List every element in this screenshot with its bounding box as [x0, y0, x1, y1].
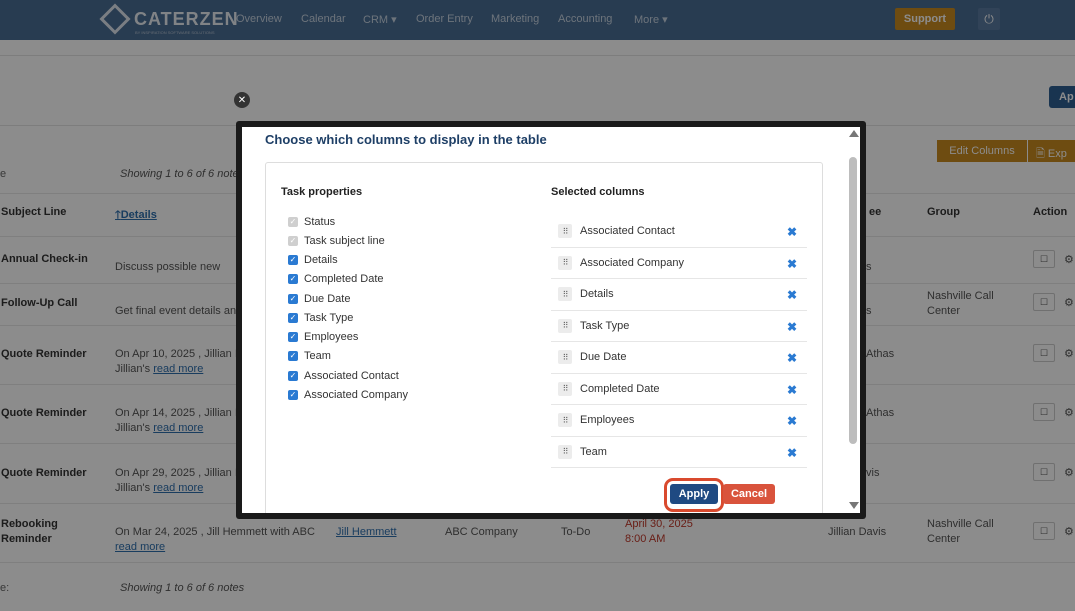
selected-column-item[interactable]: ⠿ Associated Contact ✖ [551, 216, 807, 248]
selected-column-item[interactable]: ⠿ Due Date ✖ [551, 342, 807, 374]
selected-column-item[interactable]: ⠿ Employees ✖ [551, 405, 807, 437]
property-checkbox[interactable]: ✓ Associated Contact [288, 370, 399, 382]
property-label: Team [304, 350, 331, 362]
close-icon[interactable]: ✕ [234, 92, 250, 108]
remove-icon[interactable]: ✖ [787, 225, 797, 239]
selected-column-item[interactable]: ⠿ Team ✖ [551, 436, 807, 468]
selected-column-item[interactable]: ⠿ Associated Company ✖ [551, 247, 807, 279]
property-label: Details [304, 254, 338, 266]
selected-column-label: Associated Company [580, 256, 684, 269]
selected-column-item[interactable]: ⠿ Task Type ✖ [551, 310, 807, 342]
property-checkbox[interactable]: ✓ Task Type [288, 312, 353, 324]
selected-column-label: Completed Date [580, 382, 660, 395]
property-checkbox[interactable]: ✓ Completed Date [288, 273, 384, 285]
remove-icon[interactable]: ✖ [787, 446, 797, 460]
cancel-button[interactable]: Cancel [723, 484, 775, 504]
property-checkbox[interactable]: ✓ Employees [288, 331, 358, 343]
property-label: Associated Company [304, 389, 408, 401]
drag-handle-icon[interactable]: ⠿ [558, 318, 572, 333]
remove-icon[interactable]: ✖ [787, 288, 797, 302]
remove-icon[interactable]: ✖ [787, 257, 797, 271]
column-chooser-modal: Choose which columns to display in the t… [236, 121, 866, 519]
drag-handle-icon[interactable]: ⠿ [558, 287, 572, 302]
modal-body: Choose which columns to display in the t… [242, 127, 860, 513]
property-label: Task Type [304, 312, 354, 324]
property-label: Task subject line [304, 235, 385, 247]
remove-icon[interactable]: ✖ [787, 383, 797, 397]
property-label: Associated Contact [304, 370, 399, 382]
modal-scrollbar[interactable] [846, 127, 860, 513]
checkbox-icon: ✓ [288, 371, 298, 381]
modal-title: Choose which columns to display in the t… [265, 132, 547, 147]
property-checkbox[interactable]: ✓ Details [288, 254, 338, 266]
selected-column-label: Due Date [580, 351, 627, 364]
selected-column-label: Employees [580, 414, 635, 427]
remove-icon[interactable]: ✖ [787, 351, 797, 365]
checkbox-icon: ✓ [288, 294, 298, 304]
selected-column-item[interactable]: ⠿ Details ✖ [551, 279, 807, 311]
property-label: Due Date [304, 293, 351, 305]
drag-handle-icon[interactable]: ⠿ [558, 350, 572, 365]
selected-column-label: Associated Contact [580, 225, 675, 238]
selected-column-item[interactable]: ⠿ Completed Date ✖ [551, 373, 807, 405]
checkbox-icon: ✓ [288, 313, 298, 323]
drag-handle-icon[interactable]: ⠿ [558, 224, 572, 239]
drag-handle-icon[interactable]: ⠿ [558, 381, 572, 396]
selected-column-label: Task Type [580, 319, 630, 332]
scrollbar-thumb[interactable] [849, 157, 857, 444]
property-checkbox[interactable]: ✓ Associated Company [288, 389, 408, 401]
checkbox-icon: ✓ [288, 255, 298, 265]
scroll-down-icon[interactable] [849, 502, 859, 509]
apply-button[interactable]: Apply [670, 484, 718, 504]
task-properties-heading: Task properties [281, 186, 363, 198]
remove-icon[interactable]: ✖ [787, 414, 797, 428]
property-checkbox: ✓ Status [288, 216, 335, 228]
property-label: Employees [304, 331, 359, 343]
drag-handle-icon[interactable]: ⠿ [558, 413, 572, 428]
property-checkbox[interactable]: ✓ Team [288, 350, 331, 362]
property-checkbox[interactable]: ✓ Due Date [288, 293, 350, 305]
checkbox-icon: ✓ [288, 236, 298, 246]
selected-columns-heading: Selected columns [551, 186, 645, 198]
checkbox-icon: ✓ [288, 390, 298, 400]
selected-column-label: Details [580, 288, 614, 301]
property-label: Status [304, 216, 336, 228]
property-label: Completed Date [304, 273, 384, 285]
selected-column-label: Team [580, 445, 607, 458]
drag-handle-icon[interactable]: ⠿ [558, 444, 572, 459]
checkbox-icon: ✓ [288, 274, 298, 284]
property-checkbox: ✓ Task subject line [288, 235, 385, 247]
checkbox-icon: ✓ [288, 351, 298, 361]
checkbox-icon: ✓ [288, 332, 298, 342]
drag-handle-icon[interactable]: ⠿ [558, 255, 572, 270]
checkbox-icon: ✓ [288, 217, 298, 227]
selected-columns-list: ⠿ Associated Contact ✖ ⠿ Associated Company ✖… [551, 216, 807, 468]
scroll-up-icon[interactable] [849, 130, 859, 137]
remove-icon[interactable]: ✖ [787, 320, 797, 334]
